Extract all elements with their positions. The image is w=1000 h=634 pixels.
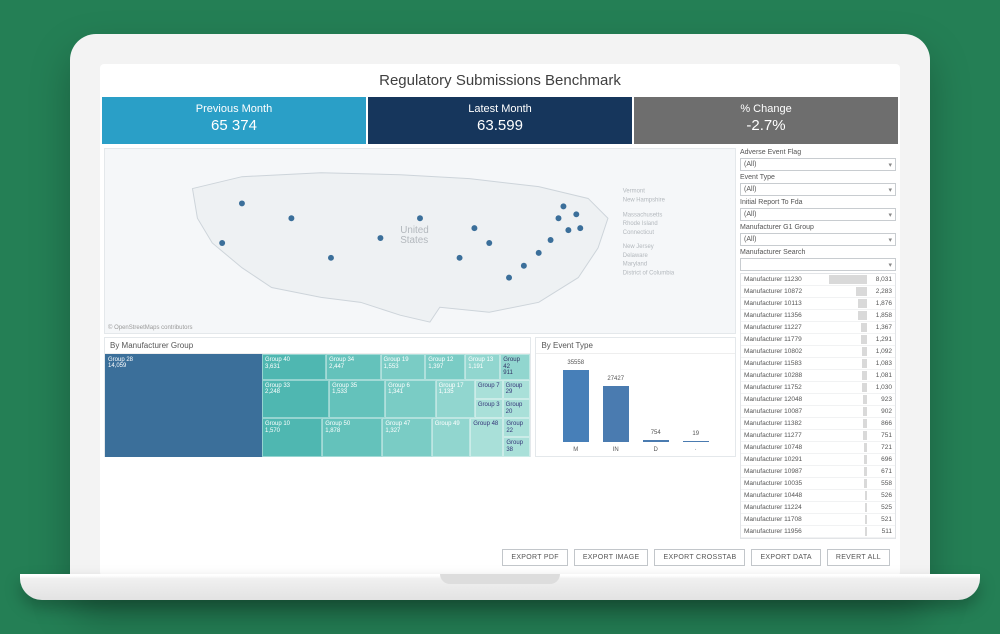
- kpi-label: Previous Month: [102, 103, 366, 115]
- kpi-value: -2.7%: [634, 117, 898, 134]
- kpi-change[interactable]: % Change -2.7%: [634, 97, 898, 144]
- list-item[interactable]: Manufacturer 12048923: [741, 394, 895, 406]
- page-title: Regulatory Submissions Benchmark: [100, 64, 900, 97]
- list-item[interactable]: Manufacturer 11224525: [741, 502, 895, 514]
- export-image-button[interactable]: EXPORT IMAGE: [574, 549, 649, 566]
- svg-text:Rhode Island: Rhode Island: [623, 221, 658, 227]
- dashboard-screen: Regulatory Submissions Benchmark Previou…: [100, 64, 900, 576]
- bar: 35558M: [563, 370, 589, 442]
- bar-chart-panel[interactable]: By Event Type 35558M 27427IN 754D 19·: [535, 337, 736, 457]
- kpi-label: % Change: [634, 103, 898, 115]
- list-item[interactable]: Manufacturer 108722,283: [741, 286, 895, 298]
- list-item[interactable]: Manufacturer 112271,367: [741, 322, 895, 334]
- list-item[interactable]: Manufacturer 113561,858: [741, 310, 895, 322]
- initial-report-select[interactable]: (All): [740, 208, 896, 221]
- list-item[interactable]: Manufacturer 112308,031: [741, 274, 895, 286]
- list-item[interactable]: Manufacturer 10748721: [741, 442, 895, 454]
- map-attribution: © OpenStreetMaps contributors: [108, 325, 192, 331]
- kpi-previous-month[interactable]: Previous Month 65 374: [102, 97, 366, 144]
- manufacturer-list[interactable]: Manufacturer 112308,031Manufacturer 1087…: [740, 273, 896, 539]
- list-item[interactable]: Manufacturer 108021,092: [741, 346, 895, 358]
- export-data-button[interactable]: EXPORT DATA: [751, 549, 820, 566]
- export-pdf-button[interactable]: EXPORT PDF: [502, 549, 567, 566]
- svg-text:Connecticut: Connecticut: [623, 230, 655, 236]
- list-item[interactable]: Manufacturer 10987671: [741, 466, 895, 478]
- list-item[interactable]: Manufacturer 11382866: [741, 418, 895, 430]
- filter-label: Adverse Event Flag: [740, 149, 896, 156]
- svg-text:States: States: [400, 235, 428, 246]
- manufacturer-search-input[interactable]: [740, 258, 896, 271]
- bar: 754D: [643, 440, 669, 442]
- bar: 19·: [683, 441, 709, 442]
- us-map: United States Vermont New Hampshire Mass…: [105, 149, 735, 333]
- svg-text:Maryland: Maryland: [623, 262, 647, 268]
- list-item[interactable]: Manufacturer 101131,876: [741, 298, 895, 310]
- svg-text:Vermont: Vermont: [623, 189, 645, 195]
- state-callouts: Vermont New Hampshire Massachusetts Rhod…: [623, 189, 675, 277]
- adverse-event-select[interactable]: (All): [740, 158, 896, 171]
- filter-sidebar: Adverse Event Flag (All) Event Type (All…: [740, 148, 896, 539]
- laptop-frame: Regulatory Submissions Benchmark Previou…: [70, 34, 930, 600]
- kpi-latest-month[interactable]: Latest Month 63.599: [368, 97, 632, 144]
- list-item[interactable]: Manufacturer 11708521: [741, 514, 895, 526]
- svg-text:New Jersey: New Jersey: [623, 244, 654, 250]
- list-item[interactable]: Manufacturer 11277751: [741, 430, 895, 442]
- list-item[interactable]: Manufacturer 10291696: [741, 454, 895, 466]
- panel-title: By Manufacturer Group: [105, 338, 530, 354]
- filter-label: Event Type: [740, 174, 896, 181]
- list-item[interactable]: Manufacturer 115831,083: [741, 358, 895, 370]
- list-item[interactable]: Manufacturer 102881,081: [741, 370, 895, 382]
- treemap-cell: Group 28 14,059: [105, 354, 262, 457]
- svg-text:New Hampshire: New Hampshire: [623, 197, 666, 203]
- export-crosstab-button[interactable]: EXPORT CROSSTAB: [654, 549, 745, 566]
- treemap-panel[interactable]: By Manufacturer Group Group 28 14,059 Gr…: [104, 337, 531, 457]
- bar: 27427IN: [603, 386, 629, 442]
- kpi-row: Previous Month 65 374 Latest Month 63.59…: [100, 97, 900, 144]
- list-item[interactable]: Manufacturer 11956511: [741, 526, 895, 538]
- manufacturer-group-select[interactable]: (All): [740, 233, 896, 246]
- export-toolbar: EXPORT PDF EXPORT IMAGE EXPORT CROSSTAB …: [100, 541, 900, 576]
- svg-text:Massachusetts: Massachusetts: [623, 212, 663, 218]
- kpi-value: 63.599: [368, 117, 632, 134]
- filter-label: Manufacturer Search: [740, 249, 896, 256]
- svg-text:Delaware: Delaware: [623, 253, 649, 259]
- svg-text:District of Columbia: District of Columbia: [623, 271, 675, 277]
- list-item[interactable]: Manufacturer 117791,291: [741, 334, 895, 346]
- panel-title: By Event Type: [536, 338, 735, 354]
- laptop-base: [20, 574, 980, 600]
- list-item[interactable]: Manufacturer 117521,030: [741, 382, 895, 394]
- filter-label: Initial Report To Fda: [740, 199, 896, 206]
- map-panel[interactable]: United States Vermont New Hampshire Mass…: [104, 148, 736, 334]
- event-type-select[interactable]: (All): [740, 183, 896, 196]
- filter-label: Manufacturer G1 Group: [740, 224, 896, 231]
- list-item[interactable]: Manufacturer 10035558: [741, 478, 895, 490]
- list-item[interactable]: Manufacturer 10448526: [741, 490, 895, 502]
- kpi-value: 65 374: [102, 117, 366, 134]
- revert-all-button[interactable]: REVERT ALL: [827, 549, 890, 566]
- list-item[interactable]: Manufacturer 10087902: [741, 406, 895, 418]
- bar-chart: 35558M 27427IN 754D 19·: [536, 354, 735, 456]
- kpi-label: Latest Month: [368, 103, 632, 115]
